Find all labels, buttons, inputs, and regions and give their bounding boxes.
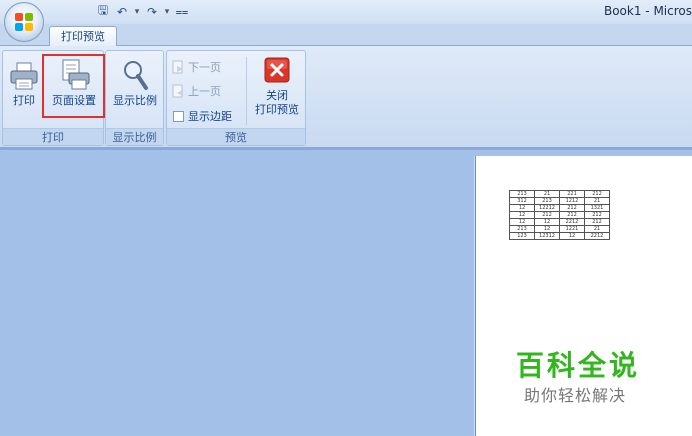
watermark-subtitle: 助你轻松解决 — [524, 386, 627, 405]
table-cell: 212 — [559, 204, 585, 212]
customize-arrow-icon[interactable]: ⩵ — [174, 4, 190, 20]
preview-page: 213 21 221 212 312 213 1212 21 12 12212 212 1321 12 2… — [475, 156, 692, 436]
zoom-button-label: 显示比例 — [113, 94, 157, 107]
table-cell: 213 — [509, 225, 535, 233]
redo-dropdown-icon[interactable]: ▾ — [163, 4, 171, 20]
table-row: 213 21 221 212 — [509, 190, 610, 198]
table-row: 213 12 1221 21 — [509, 225, 610, 233]
page-setup-highlight — [42, 54, 105, 118]
show-margins-box[interactable] — [173, 110, 184, 122]
preview-workspace: 213 21 221 212 312 213 1212 21 12 12212 212 1321 12 2… — [0, 148, 692, 436]
preview-group: 下一页 上一页 显示边距 关闭 打印预览 预览 — [166, 50, 306, 146]
show-margins-label: 显示边距 — [188, 110, 232, 123]
table-cell: 312 — [509, 197, 535, 205]
prev-page-button[interactable]: 上一页 — [171, 81, 221, 100]
zoom-group-label: 显示比例 — [106, 128, 163, 145]
table-cell: 12 — [509, 218, 535, 226]
close-preview-label-1: 关闭 — [266, 89, 288, 102]
table-row: 12 212 212 212 — [509, 211, 610, 219]
table-cell: 21 — [534, 190, 560, 198]
table-cell: 213 — [509, 190, 535, 198]
table-cell: 2212 — [559, 218, 585, 226]
preview-group-label: 预览 — [167, 128, 305, 145]
show-margins-checkbox[interactable]: 显示边距 — [173, 107, 232, 125]
magnifier-icon — [107, 53, 163, 91]
table-cell: 212 — [584, 218, 610, 226]
zoom-group: 显示比例 显示比例 — [105, 50, 164, 146]
table-cell: 21 — [584, 225, 610, 233]
table-cell: 212 — [559, 211, 585, 219]
print-button[interactable]: 打印 — [7, 53, 41, 117]
table-row: 123 12312 12 2212 — [509, 232, 610, 240]
table-cell: 2212 — [584, 232, 610, 240]
table-cell: 12 — [559, 232, 585, 240]
undo-dropdown-icon[interactable]: ▾ — [133, 4, 141, 20]
table-cell: 12312 — [534, 232, 560, 240]
ribbon-tab-row: 打印预览 — [0, 24, 692, 47]
watermark-title: 百科全说 — [516, 349, 641, 382]
table-cell: 21 — [584, 197, 610, 205]
ribbon: 打印 页面设置 打印 显示比例 显示比例 下一页 上一页 显示边距 关闭 打印预… — [0, 46, 692, 148]
close-preview-label-2: 打印预览 — [255, 103, 299, 116]
printer-icon — [7, 53, 41, 91]
table-row: 312 213 1212 21 — [509, 197, 610, 205]
table-cell: 12212 — [534, 204, 560, 212]
table-cell: 212 — [584, 190, 610, 198]
quick-access-toolbar: 🖫 ↶ ▾ ↷ ▾ ⩵ — [50, 3, 190, 20]
table-cell: 12 — [534, 218, 560, 226]
table-cell: 12 — [509, 211, 535, 219]
table-cell: 12 — [509, 204, 535, 212]
undo-icon[interactable]: ↶ — [114, 4, 130, 20]
table-cell: 12 — [534, 225, 560, 233]
next-page-button[interactable]: 下一页 — [171, 57, 221, 76]
redo-icon[interactable]: ↷ — [144, 4, 160, 20]
print-button-label: 打印 — [13, 94, 35, 107]
print-group-label: 打印 — [3, 128, 103, 145]
preview-group-divider — [246, 57, 247, 125]
next-page-icon — [171, 60, 185, 74]
table-cell: 212 — [534, 211, 560, 219]
table-cell: 221 — [559, 190, 585, 198]
save-icon[interactable]: 🖫 — [95, 3, 111, 20]
table-cell: 213 — [534, 197, 560, 205]
prev-page-icon — [171, 84, 185, 98]
preview-data-table: 213 21 221 212 312 213 1212 21 12 12212 212 1321 12 2… — [509, 190, 610, 240]
table-cell: 1212 — [559, 197, 585, 205]
table-cell: 1321 — [584, 204, 610, 212]
close-icon — [249, 53, 305, 83]
table-cell: 123 — [509, 232, 535, 240]
window-title: Book1 - Micros — [603, 4, 692, 18]
table-cell: 1221 — [559, 225, 585, 233]
office-logo-icon — [15, 13, 33, 31]
table-cell: 212 — [584, 211, 610, 219]
next-page-label: 下一页 — [188, 60, 221, 74]
prev-page-label: 上一页 — [188, 84, 221, 98]
title-bar: 🖫 ↶ ▾ ↷ ▾ ⩵ Book1 - Micros — [0, 0, 692, 24]
table-row: 12 12212 212 1321 — [509, 204, 610, 212]
close-preview-button[interactable]: 关闭 打印预览 — [249, 53, 305, 117]
office-button[interactable] — [4, 2, 44, 42]
tab-print-preview[interactable]: 打印预览 — [49, 26, 117, 47]
zoom-button[interactable]: 显示比例 — [107, 53, 163, 117]
table-row: 12 12 2212 212 — [509, 218, 610, 226]
